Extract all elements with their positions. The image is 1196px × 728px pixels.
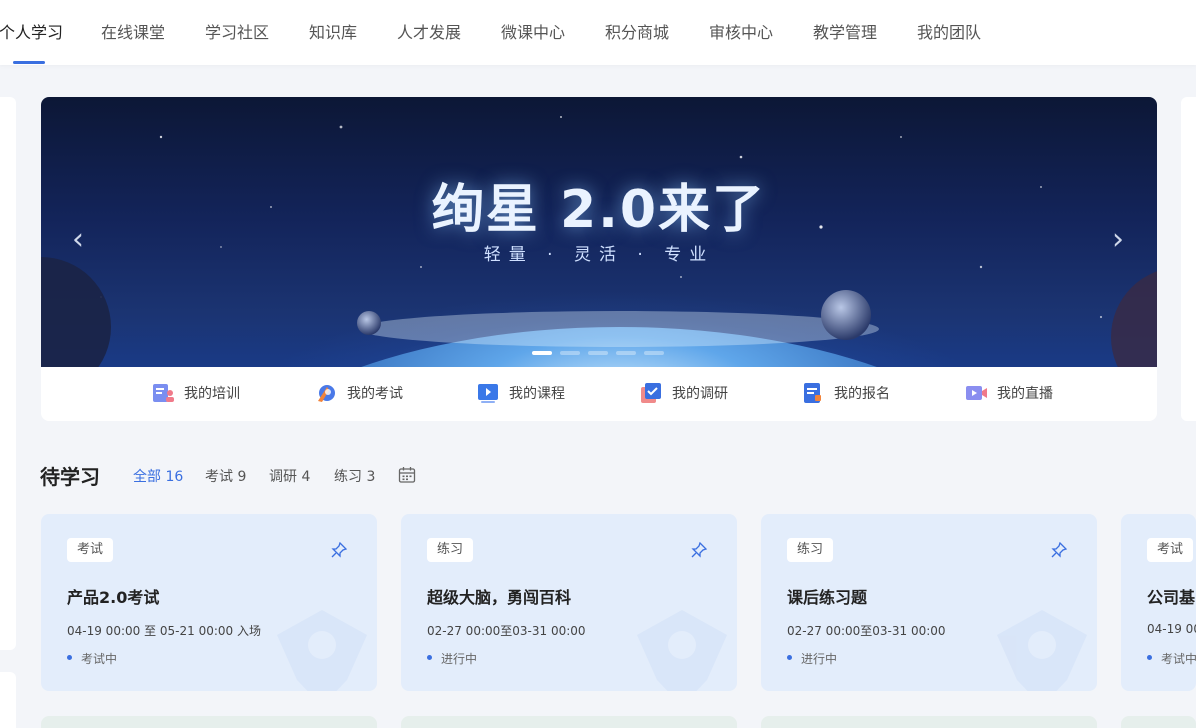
carousel-dot[interactable]	[644, 351, 664, 355]
quick-link-my-training[interactable]: 我的培训	[151, 382, 240, 404]
task-card[interactable]: 考试 产品2.0考试 04-19 00:00 至 05-21 00:00 入场 …	[41, 514, 377, 691]
training-icon	[153, 384, 174, 402]
banner-title: 绚星 2.0来了	[431, 180, 767, 240]
quick-link-my-live[interactable]: 我的直播	[964, 382, 1053, 404]
carousel-dot[interactable]	[616, 351, 636, 355]
course-icon	[478, 384, 498, 403]
quick-link-my-signup[interactable]: 我的报名	[801, 382, 890, 404]
quick-link-label: 我的直播	[997, 386, 1053, 402]
task-time: 04-19 00	[1147, 622, 1196, 636]
quick-link-my-exam[interactable]: 我的考试	[314, 382, 403, 404]
active-tab-indicator	[13, 61, 45, 64]
task-time: 04-19 00:00 至 05-21 00:00 入场	[67, 624, 261, 638]
nav-item-learning-community[interactable]: 学习社区	[205, 19, 269, 43]
task-title: 产品2.0考试	[67, 588, 160, 607]
pin-icon[interactable]	[691, 542, 707, 558]
quick-link-label: 我的报名	[834, 386, 890, 402]
exam-icon	[318, 385, 335, 402]
signup-icon	[804, 383, 821, 403]
task-card-row2	[1121, 716, 1196, 728]
live-icon	[966, 386, 987, 400]
task-card[interactable]: 练习 超级大脑，勇闯百科 02-27 00:00至03-31 00:00 进行中	[401, 514, 737, 691]
nav-item-knowledge-base[interactable]: 知识库	[309, 19, 357, 43]
task-card-row2	[401, 716, 737, 728]
task-type-tag: 考试	[1147, 538, 1194, 562]
task-type-tag: 考试	[67, 538, 114, 562]
badge-watermark-icon	[637, 610, 727, 691]
badge-watermark-icon	[277, 610, 367, 691]
carousel-dot[interactable]	[588, 351, 608, 355]
pin-icon[interactable]	[331, 542, 347, 558]
task-time: 02-27 00:00至03-31 00:00	[787, 624, 946, 638]
quick-link-label: 我的培训	[184, 386, 240, 402]
banner-card: 绚星 2.0来了 轻量 · 灵活 · 专业 ‹ › 我的培训 我的考试 我的课程…	[41, 97, 1157, 421]
nav-item-personal-learning[interactable]: 个人学习	[0, 19, 63, 43]
section-title: 待学习	[40, 465, 100, 489]
quick-link-my-course[interactable]: 我的课程	[476, 382, 565, 404]
side-panel-right	[1181, 97, 1196, 421]
task-type-tag: 练习	[427, 538, 474, 562]
task-card-row2	[761, 716, 1097, 728]
nav-item-teaching-management[interactable]: 教学管理	[813, 19, 877, 43]
nav-item-review-center[interactable]: 审核中心	[709, 19, 773, 43]
task-status: 进行中	[427, 650, 477, 667]
top-nav: 个人学习 在线课堂 学习社区 知识库 人才发展 微课中心 积分商城 审核中心 教…	[0, 0, 1196, 65]
carousel-dot[interactable]	[532, 351, 552, 355]
task-title: 公司基	[1147, 588, 1196, 607]
nav-item-micro-course[interactable]: 微课中心	[501, 19, 565, 43]
task-title: 超级大脑，勇闯百科	[427, 588, 572, 607]
filter-exam[interactable]: 考试 9	[205, 466, 246, 486]
quick-link-label: 我的考试	[347, 386, 403, 402]
task-title: 课后练习题	[787, 588, 868, 607]
banner-subtitle: 轻量 · 灵活 · 专业	[483, 245, 715, 265]
task-card-row2	[41, 716, 377, 728]
task-card[interactable]: 考试 公司基 04-19 00 考试中	[1121, 514, 1196, 691]
chevron-right-icon[interactable]: ›	[1105, 225, 1131, 255]
quick-link-label: 我的调研	[672, 386, 728, 402]
survey-icon	[641, 383, 661, 403]
task-type-tag: 练习	[787, 538, 834, 562]
nav-item-my-team[interactable]: 我的团队	[917, 19, 981, 43]
pin-icon[interactable]	[1051, 542, 1067, 558]
quick-link-my-survey[interactable]: 我的调研	[639, 382, 728, 404]
quick-link-label: 我的课程	[509, 386, 565, 402]
chevron-left-icon[interactable]: ‹	[65, 225, 91, 255]
task-status: 考试中	[67, 650, 117, 667]
filter-practice[interactable]: 练习 3	[334, 466, 375, 486]
badge-watermark-icon	[997, 610, 1087, 691]
banner-carousel[interactable]: 绚星 2.0来了 轻量 · 灵活 · 专业 ‹ ›	[41, 97, 1157, 367]
side-panel-left-lower	[0, 672, 16, 728]
task-time: 02-27 00:00至03-31 00:00	[427, 624, 586, 638]
task-card[interactable]: 练习 课后练习题 02-27 00:00至03-31 00:00 进行中	[761, 514, 1097, 691]
carousel-dot[interactable]	[560, 351, 580, 355]
filter-all[interactable]: 全部 16	[133, 466, 183, 486]
nav-item-talent-development[interactable]: 人才发展	[397, 19, 461, 43]
calendar-icon[interactable]	[398, 466, 416, 484]
side-panel-left	[0, 97, 16, 650]
task-status: 考试中	[1147, 650, 1196, 667]
filter-survey[interactable]: 调研 4	[269, 466, 310, 486]
task-status: 进行中	[787, 650, 837, 667]
nav-item-points-mall[interactable]: 积分商城	[605, 19, 669, 43]
nav-item-online-class[interactable]: 在线课堂	[101, 19, 165, 43]
